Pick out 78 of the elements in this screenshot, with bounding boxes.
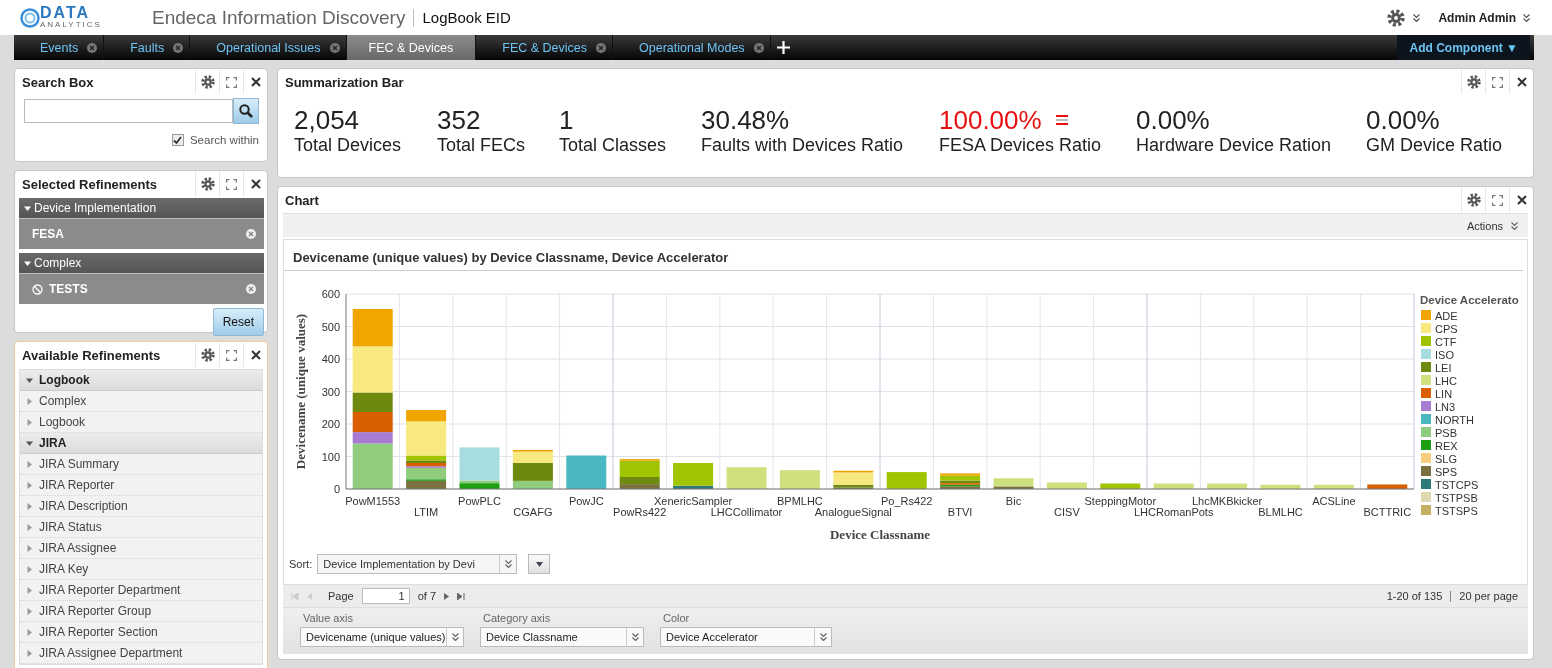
metric-label: Total Devices	[294, 135, 403, 156]
legend-title: Device Accelerato	[1420, 294, 1519, 306]
metric-value: 30.48%	[701, 105, 790, 135]
metric-label: GM Device Ratio	[1366, 135, 1504, 156]
axis-title: Devicename (unique values)	[293, 313, 308, 470]
page-label: Page	[328, 590, 354, 602]
panel-title: Chart	[285, 192, 320, 208]
metric-value: 352	[437, 105, 481, 135]
tick-label: 200	[321, 418, 340, 430]
panel-title: Available Refinements	[22, 347, 162, 363]
legend-label: LEI	[1435, 361, 1452, 374]
category-label: PowPLC	[458, 495, 501, 507]
legend-label: TSTPSB	[1435, 491, 1478, 504]
category-label: BTVI	[947, 506, 973, 518]
category-label: BCTTRIC	[1363, 506, 1412, 518]
panel-title: Selected Refinements	[22, 176, 159, 192]
logo-subtext: ANALYTICS	[40, 20, 102, 29]
legend-label: TSTCPS	[1435, 478, 1479, 491]
tick-label: 100	[321, 450, 340, 463]
category-label: LHCRomanPots	[1133, 506, 1214, 518]
tick-label: 0	[333, 483, 340, 495]
axis-config-label: Value axis	[303, 612, 354, 624]
axis-config-label: Category axis	[483, 612, 552, 624]
category-label: CGAFG	[513, 506, 553, 518]
legend-label: ADE	[1435, 309, 1458, 322]
metric-label: Total FECs	[437, 135, 527, 156]
category-label: XenericSampler	[653, 495, 733, 507]
category-label: BPMLHC	[777, 495, 823, 507]
metric-label: Faults with Devices Ratio	[701, 135, 905, 156]
chart-title: Devicename (unique values) by Device Classname, Device Accelerator	[284, 240, 1523, 271]
range-text: 1-20 of 135	[1386, 590, 1443, 602]
legend-label: NORTH	[1435, 413, 1474, 426]
app-title: Endeca Information Discovery	[152, 6, 406, 29]
metric-value: 100.00%	[939, 105, 1042, 135]
legend-label: LIN	[1435, 387, 1453, 400]
legend-label: REX	[1435, 439, 1458, 452]
app-name: LogBook EID	[413, 8, 511, 27]
legend-label: ISO	[1435, 348, 1454, 361]
metric-value: 1	[559, 105, 574, 135]
tick-label: 300	[321, 385, 340, 398]
metric-label: Total Classes	[559, 135, 668, 156]
tick-label: 400	[321, 353, 340, 365]
category-label: Bic	[1005, 495, 1022, 507]
category-label: CISV	[1054, 506, 1080, 518]
category-label: LTIM	[414, 506, 439, 518]
axis-title: Device Classname	[830, 527, 930, 542]
metric-value: 0.00%	[1136, 105, 1210, 135]
legend-label: CPS	[1435, 322, 1458, 335]
metric-value: 0.00%	[1366, 105, 1440, 135]
legend-label: TSTSPS	[1435, 504, 1478, 517]
logo-text: DATA	[40, 6, 92, 20]
legend-label: CTF	[1435, 335, 1457, 348]
page-count: of 7	[417, 590, 437, 602]
category-label: ACSLine	[1312, 495, 1356, 507]
legend-label: LN3	[1435, 400, 1456, 413]
category-label: LHCCollimator	[710, 506, 783, 518]
category-label: AnalogueSignal	[814, 506, 892, 518]
metric-label: FESA Devices Ratio	[939, 135, 1103, 156]
category-label: BLMLHC	[1258, 506, 1303, 518]
legend-label: SPS	[1435, 465, 1457, 478]
category-label: PowRs422	[613, 506, 667, 518]
legend-label: PSB	[1435, 426, 1457, 439]
checkbox-label: Search within	[189, 134, 259, 146]
panel-title: Search Box	[22, 74, 95, 90]
legend-label: LHC	[1435, 374, 1457, 387]
legend-label: SLG	[1435, 452, 1457, 465]
panel-title: Summarization Bar	[285, 74, 405, 90]
category-label: Po_Rs422	[881, 495, 933, 507]
sort-label: Sort:	[289, 558, 313, 570]
category-label: PowJC	[568, 495, 604, 507]
category-label: LhcMKBkicker	[1191, 495, 1263, 507]
category-label: SteppingMotor	[1084, 495, 1157, 507]
tick-label: 500	[321, 320, 340, 333]
metric-value: 2,054	[294, 105, 360, 135]
metric-label: Hardware Device Ration	[1136, 135, 1333, 156]
axis-config-label: Color	[663, 612, 691, 624]
tick-label: 600	[321, 288, 340, 300]
category-label: PowM1553	[345, 495, 401, 507]
